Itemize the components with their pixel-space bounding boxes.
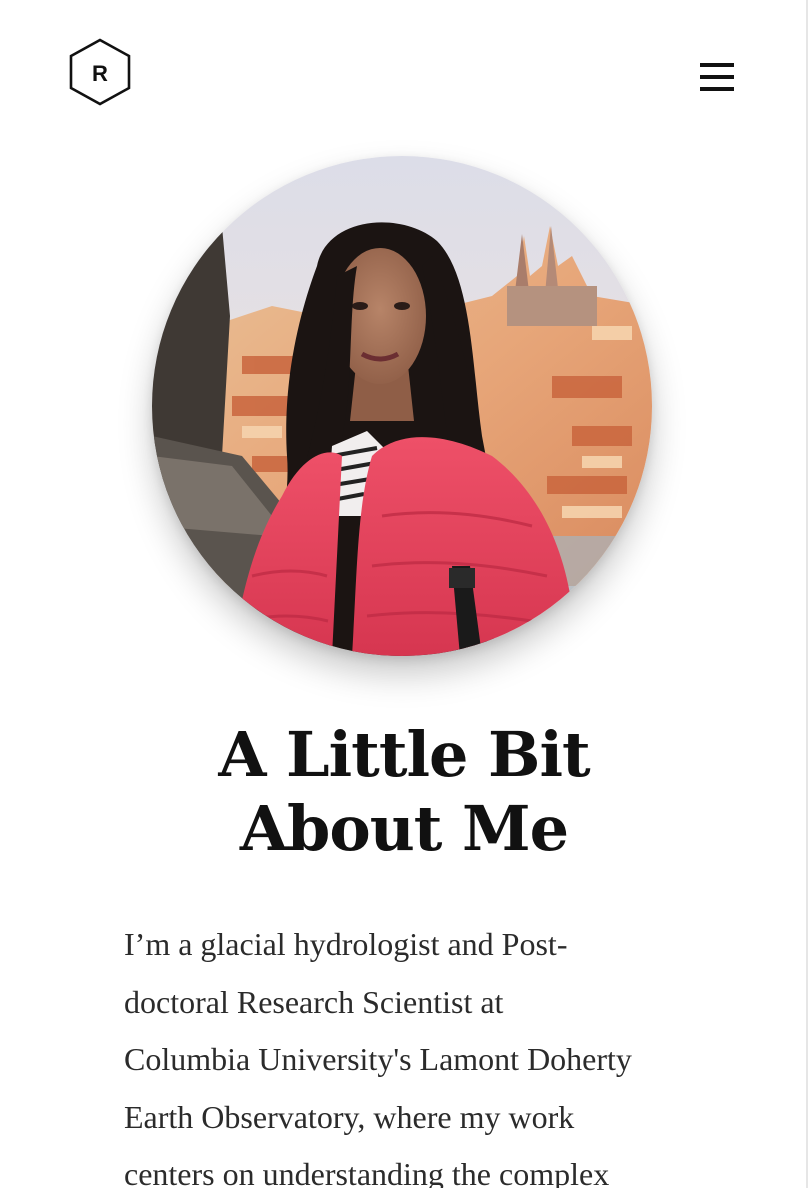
bio-line: centers on understanding the complex: [124, 1156, 610, 1188]
about-me-heading: A Little Bit About Me: [0, 718, 808, 866]
bio-line: doctoral Research Scientist at: [124, 983, 504, 1020]
heading-line-2: About Me: [239, 792, 569, 865]
heading-line-1: A Little Bit: [218, 718, 590, 791]
bio-line: I’m a glacial hydrologist and Post-: [124, 926, 568, 962]
menu-bar-top: [700, 63, 734, 67]
logo-letter: R: [92, 61, 108, 86]
bio-line: Columbia University's Lamont Doherty: [124, 1041, 632, 1077]
menu-bar-middle: [700, 75, 734, 79]
site-header: R: [0, 0, 808, 140]
bio-paragraph: I’m a glacial hydrologist and Post- doct…: [124, 916, 724, 1188]
profile-photo: [152, 156, 652, 656]
bio-line: Earth Observatory, where my work: [124, 1098, 575, 1135]
portrait-photo-image: [152, 156, 652, 656]
menu-bar-bottom: [700, 87, 734, 91]
hamburger-menu-button[interactable]: [698, 60, 736, 94]
hexagon-r-logo-icon: R: [69, 38, 131, 106]
site-logo-link[interactable]: R: [68, 38, 132, 106]
